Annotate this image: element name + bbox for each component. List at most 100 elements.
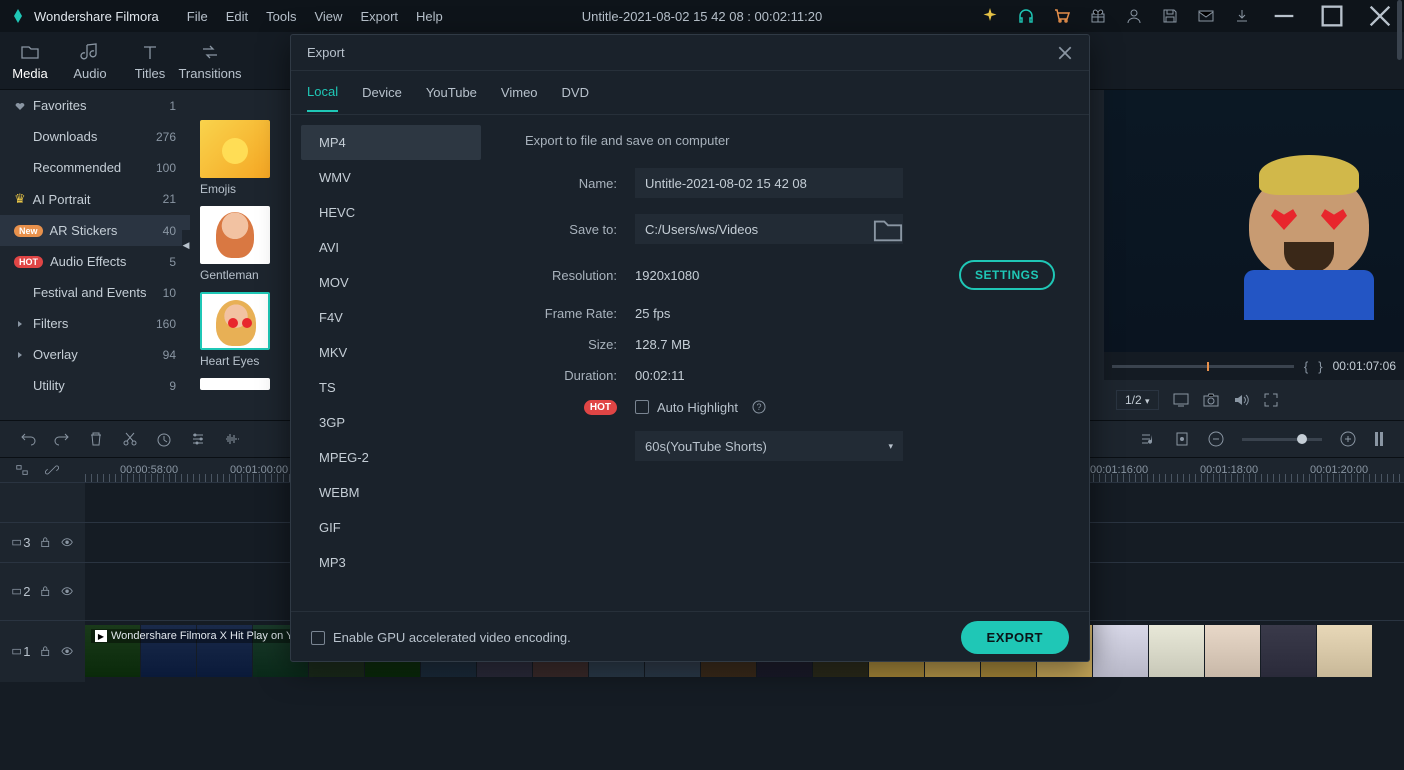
sidebar-item-ai-portrait[interactable]: ♛AI Portrait21: [0, 183, 190, 215]
mail-icon[interactable]: [1198, 8, 1214, 24]
preview-panel: { } 00:01:07:06 1/2 ▾: [1104, 90, 1404, 420]
browse-folder-button[interactable]: [873, 214, 903, 244]
waveform-icon[interactable]: [224, 431, 240, 447]
format-mkv[interactable]: MKV: [301, 335, 481, 370]
export-tab-youtube[interactable]: YouTube: [426, 74, 477, 111]
user-icon[interactable]: [1126, 8, 1142, 24]
format-f4v[interactable]: F4V: [301, 300, 481, 335]
menu-view[interactable]: View: [314, 9, 342, 24]
gpu-checkbox[interactable]: [311, 631, 325, 645]
format-list: MP4 WMV HEVC AVI MOV F4V MKV TS 3GP MPEG…: [291, 115, 491, 611]
format-wmv[interactable]: WMV: [301, 160, 481, 195]
zoom-out-icon[interactable]: [1208, 431, 1224, 447]
titlebar: Wondershare Filmora File Edit Tools View…: [0, 0, 1404, 32]
menubar: File Edit Tools View Export Help: [187, 9, 443, 24]
window-close[interactable]: [1366, 2, 1394, 30]
project-title: Untitle-2021-08-02 15 42 08 : 00:02:11:2…: [582, 9, 822, 24]
export-name-input[interactable]: [635, 168, 903, 198]
tab-titles[interactable]: Titles: [120, 38, 180, 85]
redo-icon[interactable]: [54, 431, 70, 447]
save-icon[interactable]: [1162, 8, 1178, 24]
zoom-in-icon[interactable]: [1340, 431, 1356, 447]
format-3gp[interactable]: 3GP: [301, 405, 481, 440]
sidebar-item-festival[interactable]: Festival and Events10: [0, 277, 190, 308]
headphones-icon[interactable]: [1018, 8, 1034, 24]
window-maximize[interactable]: [1318, 2, 1346, 30]
export-button[interactable]: EXPORT: [961, 621, 1069, 654]
menu-tools[interactable]: Tools: [266, 9, 296, 24]
format-avi[interactable]: AVI: [301, 230, 481, 265]
fullscreen-icon[interactable]: [1263, 392, 1279, 408]
preview-scrubber[interactable]: [1112, 365, 1294, 368]
speed-icon[interactable]: [156, 431, 172, 447]
format-gif[interactable]: GIF: [301, 510, 481, 545]
export-tab-vimeo[interactable]: Vimeo: [501, 74, 538, 111]
sidebar-item-favorites[interactable]: Favorites1: [0, 90, 190, 121]
undo-icon[interactable]: [20, 431, 36, 447]
app-name: Wondershare Filmora: [34, 9, 159, 24]
sidebar-item-audio-effects[interactable]: HOTAudio Effects5: [0, 246, 190, 277]
cart-icon[interactable]: [1054, 8, 1070, 24]
export-tab-device[interactable]: Device: [362, 74, 402, 111]
preview-video[interactable]: [1104, 90, 1404, 352]
format-mp3[interactable]: MP3: [301, 545, 481, 580]
marker-icon[interactable]: [1174, 431, 1190, 447]
link-icon-1[interactable]: [15, 462, 29, 478]
adjust-icon[interactable]: [190, 431, 206, 447]
format-mpeg2[interactable]: MPEG-2: [301, 440, 481, 475]
sidebar-item-recommended[interactable]: Recommended100: [0, 152, 190, 183]
menu-export[interactable]: Export: [360, 9, 398, 24]
eye-icon[interactable]: [61, 584, 73, 599]
gift-icon[interactable]: [1090, 8, 1106, 24]
menu-edit[interactable]: Edit: [226, 9, 248, 24]
sidebar-item-utility[interactable]: Utility9: [0, 370, 190, 401]
download-icon[interactable]: [1234, 8, 1250, 24]
volume-icon[interactable]: [1233, 392, 1249, 408]
tab-media[interactable]: Media: [0, 38, 60, 85]
eye-icon[interactable]: [61, 644, 73, 659]
sparkle-icon[interactable]: [982, 8, 998, 24]
eye-icon[interactable]: [61, 535, 73, 550]
auto-highlight-checkbox[interactable]: [635, 400, 649, 414]
export-tab-dvd[interactable]: DVD: [562, 74, 589, 111]
lock-icon[interactable]: [40, 584, 50, 599]
sidebar-item-downloads[interactable]: Downloads276: [0, 121, 190, 152]
format-mp4[interactable]: MP4: [301, 125, 481, 160]
help-icon[interactable]: ?: [752, 399, 766, 415]
export-tab-local[interactable]: Local: [307, 73, 338, 112]
display-icon[interactable]: [1173, 392, 1189, 408]
format-mov[interactable]: MOV: [301, 265, 481, 300]
music-list-icon[interactable]: [1140, 431, 1156, 447]
lock-icon[interactable]: [40, 644, 50, 659]
zoom-slider[interactable]: [1242, 438, 1322, 441]
playback-speed-select[interactable]: 1/2 ▾: [1116, 390, 1159, 410]
sidebar-collapse-handle[interactable]: ◀: [182, 230, 190, 260]
brace-close[interactable]: }: [1318, 359, 1322, 374]
sidebar-item-filters[interactable]: Filters160: [0, 308, 190, 339]
menu-file[interactable]: File: [187, 9, 208, 24]
format-hevc[interactable]: HEVC: [301, 195, 481, 230]
tab-audio[interactable]: Audio: [60, 38, 120, 85]
window-minimize[interactable]: [1270, 2, 1298, 30]
link-icon-2[interactable]: [45, 462, 59, 478]
sidebar-item-ar-stickers[interactable]: NewAR Stickers40: [0, 215, 190, 246]
cut-icon[interactable]: [122, 431, 138, 447]
timeline-vscroll[interactable]: [1397, 0, 1402, 60]
lock-icon[interactable]: [40, 535, 50, 550]
settings-button[interactable]: SETTINGS: [959, 260, 1055, 290]
export-description: Export to file and save on computer: [525, 133, 1055, 148]
brace-open[interactable]: {: [1304, 359, 1308, 374]
delete-icon[interactable]: [88, 431, 104, 447]
close-icon[interactable]: [1057, 45, 1073, 61]
menu-help[interactable]: Help: [416, 9, 443, 24]
sidebar-item-overlay[interactable]: Overlay94: [0, 339, 190, 370]
tab-transitions[interactable]: Transitions: [180, 38, 240, 85]
svg-text:?: ?: [756, 402, 761, 412]
shorts-duration-select[interactable]: 60s(YouTube Shorts) ▾: [635, 431, 903, 461]
gpu-label: Enable GPU accelerated video encoding.: [333, 630, 571, 645]
snapshot-icon[interactable]: [1203, 392, 1219, 408]
format-ts[interactable]: TS: [301, 370, 481, 405]
modal-title: Export: [307, 45, 345, 60]
format-webm[interactable]: WEBM: [301, 475, 481, 510]
fit-icon[interactable]: [1374, 431, 1384, 447]
